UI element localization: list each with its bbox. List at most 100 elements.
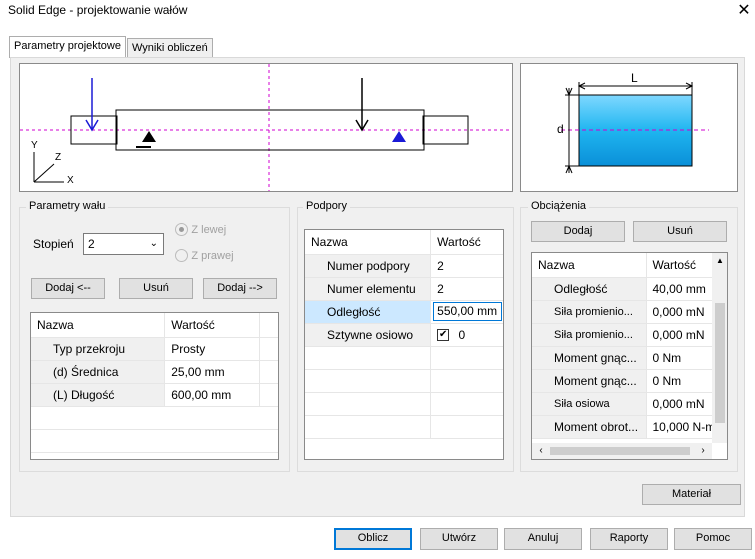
axis-z-label: Z (55, 152, 62, 163)
axis-y-label: Y (31, 140, 38, 151)
row-value[interactable]: 0,000 mN (646, 392, 713, 416)
table-row[interactable]: Numer podpory 2 (305, 254, 503, 278)
dim-label-d: d (557, 122, 564, 136)
add-left-button[interactable]: Dodaj <-- (31, 278, 105, 299)
scroll-left-icon[interactable]: ‹ (534, 443, 548, 459)
col-name-header: Nazwa (532, 253, 647, 278)
row-name: Moment gnąc... (532, 369, 647, 393)
scroll-up-icon[interactable]: ▲ (712, 253, 727, 269)
shaft-parameters-label: Parametry wału (26, 200, 109, 212)
remove-step-button[interactable]: Usuń (119, 278, 193, 299)
radio-from-left-circle (175, 223, 188, 237)
radio-from-right-circle (175, 249, 188, 263)
radio-from-left[interactable]: Z lewej (175, 222, 226, 237)
row-name: Siła promienio... (532, 300, 647, 324)
step-select-value: 2 (88, 237, 95, 251)
row-value[interactable]: Prosty (164, 337, 261, 361)
axis-x-label: X (67, 175, 74, 186)
add-right-button[interactable]: Dodaj --> (203, 278, 277, 299)
step-select[interactable]: 2 ⌄ (83, 233, 164, 255)
dim-label-L: L (631, 71, 638, 85)
remove-load-button[interactable]: Usuń (633, 221, 727, 242)
reports-button[interactable]: Raporty (590, 528, 668, 550)
row-value[interactable]: 0,000 mN (646, 300, 713, 324)
distance-input[interactable]: 550,00 mm (433, 302, 502, 321)
chevron-down-icon: ⌄ (149, 238, 158, 249)
row-value[interactable]: 10,000 N-m (646, 415, 713, 439)
grid-header: Nazwa Wartość (305, 230, 503, 255)
table-row[interactable]: Odległość 550,00 mm (305, 300, 503, 324)
table-row[interactable]: Moment gnąc... 0 Nm (532, 346, 713, 370)
table-row[interactable]: Odległość 40,00 mm (532, 277, 713, 301)
row-name: Siła promienio... (532, 323, 647, 347)
col-value-header: Wartość (164, 313, 261, 338)
step-label: Stopień (33, 237, 74, 251)
support-icon (392, 131, 406, 142)
axial-rigid-value: 0 (458, 327, 466, 342)
cancel-button[interactable]: Anuluj (504, 528, 582, 550)
window-title: Solid Edge - projektowanie wałów (8, 3, 188, 17)
shaft-preview-canvas[interactable]: Y Z X (19, 63, 513, 192)
shaft-step-2 (115, 109, 425, 151)
row-value[interactable]: 0,000 mN (646, 323, 713, 347)
table-row[interactable]: (d) Średnica 25,00 mm (31, 360, 278, 384)
row-name: Odległość (532, 277, 647, 301)
row-name: (d) Średnica (31, 360, 166, 384)
row-value[interactable]: 25,00 mm (164, 360, 261, 384)
scroll-thumb[interactable] (715, 303, 725, 423)
row-value[interactable]: 40,00 mm (646, 277, 713, 301)
col-name-header: Nazwa (31, 313, 166, 338)
help-button[interactable]: Pomoc (674, 528, 752, 550)
horizontal-scrollbar[interactable]: ‹ › (532, 443, 712, 459)
table-row[interactable]: Numer elementu 2 (305, 277, 503, 301)
scroll-thumb-horizontal[interactable] (550, 447, 690, 455)
loads-grid[interactable]: Nazwa Wartość Odległość 40,00 mm Siła pr… (531, 252, 728, 460)
dimension-preview-canvas: L d (520, 63, 738, 192)
dimension-drawing (561, 82, 709, 174)
create-button[interactable]: Utwórz (420, 528, 498, 550)
add-load-button[interactable]: Dodaj (531, 221, 625, 242)
row-value-editor[interactable]: 550,00 mm (430, 300, 503, 324)
axis-z-line (33, 163, 55, 183)
row-name: Numer elementu (305, 277, 432, 301)
shaft-params-grid[interactable]: Nazwa Wartość Typ przekroju Prosty (d) Ś… (30, 312, 279, 460)
row-name: Numer podpory (305, 254, 432, 278)
shaft-preview-drawing (20, 64, 512, 191)
table-row[interactable]: Moment obrot... 10,000 N-m (532, 415, 713, 439)
table-row[interactable]: Siła promienio... 0,000 mN (532, 323, 713, 347)
row-name: Odległość (305, 300, 432, 324)
table-row[interactable]: Typ przekroju Prosty (31, 337, 278, 361)
table-row[interactable]: Siła osiowa 0,000 mN (532, 392, 713, 416)
row-name: Sztywne osiowo (305, 323, 432, 347)
row-name: Moment gnąc... (532, 346, 647, 370)
table-row[interactable]: Siła promienio... 0,000 mN (532, 300, 713, 324)
row-value[interactable]: 0 Nm (646, 346, 713, 370)
row-value[interactable]: 2 (430, 277, 503, 301)
scroll-right-icon[interactable]: › (696, 443, 710, 459)
supports-label: Podpory (303, 200, 350, 212)
tab-calculation-results[interactable]: Wyniki obliczeń (127, 38, 213, 58)
loads-label: Obciążenia (528, 200, 590, 212)
col-name-header: Nazwa (305, 230, 432, 255)
row-value[interactable]: 0 Nm (646, 369, 713, 393)
row-value[interactable]: 2 (430, 254, 503, 278)
supports-grid[interactable]: Nazwa Wartość Numer podpory 2 Numer elem… (304, 229, 504, 460)
row-value[interactable]: ✔ 0 (430, 323, 503, 347)
radio-from-right[interactable]: Z prawej (175, 248, 234, 263)
grid-header: Nazwa Wartość (532, 253, 713, 278)
row-value[interactable]: 600,00 mm (164, 383, 261, 407)
table-row[interactable]: (L) Długość 600,00 mm (31, 383, 278, 407)
col-value-header: Wartość (646, 253, 713, 278)
material-button[interactable]: Materiał (642, 484, 741, 505)
grid-header: Nazwa Wartość (31, 313, 278, 338)
row-name: Siła osiowa (532, 392, 647, 416)
col-value-header: Wartość (430, 230, 503, 255)
calculate-button[interactable]: Oblicz (334, 528, 412, 550)
table-row[interactable]: Sztywne osiowo ✔ 0 (305, 323, 503, 347)
tab-design-parameters[interactable]: Parametry projektowe (9, 36, 126, 58)
table-row[interactable]: Moment gnąc... 0 Nm (532, 369, 713, 393)
row-name: Typ przekroju (31, 337, 166, 361)
close-icon[interactable]: ✕ (733, 0, 755, 22)
vertical-scrollbar[interactable]: ▲ (712, 253, 727, 443)
checkbox-checked-icon[interactable]: ✔ (437, 329, 450, 342)
